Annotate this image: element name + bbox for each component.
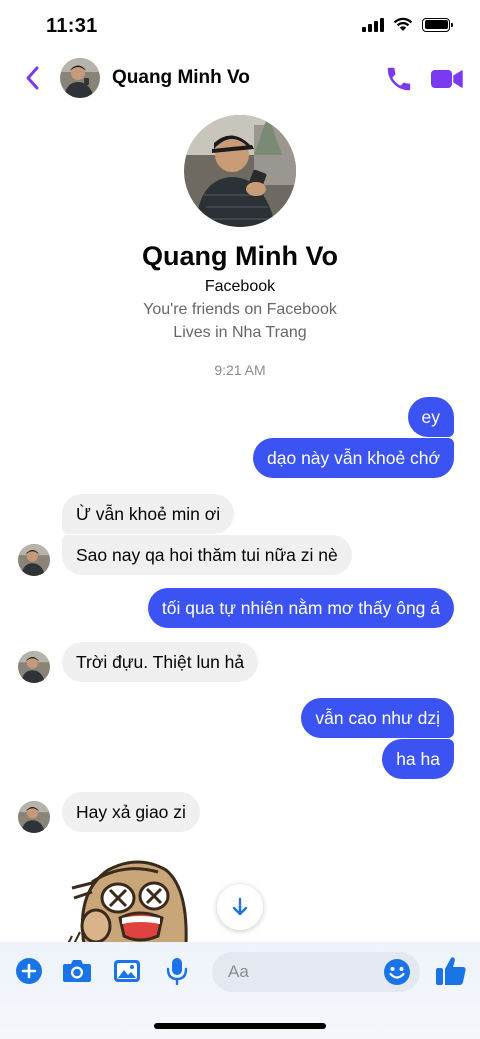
thumbs-up-icon xyxy=(436,957,466,985)
header-contact-name[interactable]: Quang Minh Vo xyxy=(112,67,250,89)
gallery-icon xyxy=(114,960,140,982)
emoji-icon xyxy=(384,959,410,985)
sticker-message[interactable] xyxy=(62,852,192,944)
profile-photo[interactable] xyxy=(184,115,296,227)
more-actions-button[interactable] xyxy=(14,956,44,986)
incoming-message[interactable]: Ừ vẫn khoẻ min ơi xyxy=(62,494,235,534)
video-call-button[interactable] xyxy=(430,64,464,94)
video-camera-icon xyxy=(431,70,463,88)
camera-icon xyxy=(63,960,91,982)
scroll-to-bottom-button[interactable] xyxy=(217,884,263,930)
outgoing-message[interactable]: ha ha xyxy=(382,739,454,779)
header-avatar[interactable] xyxy=(60,58,100,98)
gallery-button[interactable] xyxy=(112,956,142,986)
status-time: 11:31 xyxy=(46,15,98,37)
microphone-icon xyxy=(166,958,188,985)
plus-icon xyxy=(16,958,42,984)
profile-location: Lives in Nha Trang xyxy=(173,324,307,341)
profile-name: Quang Minh Vo xyxy=(142,241,338,271)
back-button[interactable] xyxy=(18,62,46,94)
incoming-message[interactable]: Hay xả giao zi xyxy=(62,792,200,832)
outgoing-message[interactable]: tối qua tự nhiên nằm mơ thấy ông á xyxy=(147,588,454,628)
profile-friends: You're friends on Facebook xyxy=(143,301,337,318)
emoji-button[interactable] xyxy=(382,957,412,987)
wifi-icon xyxy=(393,17,413,31)
back-chevron-icon xyxy=(26,66,39,90)
contact-avatar[interactable] xyxy=(18,651,50,683)
signal-icon xyxy=(362,17,384,32)
chat-header: Quang Minh Vo xyxy=(0,54,480,102)
voice-message-button[interactable] xyxy=(162,956,192,986)
incoming-message[interactable]: Trời đựu. Thiệt lun hả xyxy=(62,642,259,682)
contact-avatar[interactable] xyxy=(18,544,50,576)
outgoing-message[interactable]: dạo này vẫn khoẻ chớ xyxy=(253,438,454,478)
battery-icon xyxy=(422,17,453,32)
status-icons xyxy=(362,17,453,32)
status-bar: 11:31 xyxy=(0,0,480,54)
profile-source: Facebook xyxy=(204,278,276,295)
outgoing-message[interactable]: ey xyxy=(407,397,454,437)
arrow-down-icon xyxy=(232,897,248,916)
contact-profile: Quang Minh Vo Facebook You're friends on… xyxy=(0,115,480,342)
audio-call-button[interactable] xyxy=(384,64,414,94)
contact-avatar[interactable] xyxy=(18,801,50,833)
send-like-button[interactable] xyxy=(434,954,468,988)
phone-icon xyxy=(387,67,411,91)
outgoing-message[interactable]: vẫn cao như dzị xyxy=(301,698,454,738)
message-timestamp: 9:21 AM xyxy=(214,362,266,378)
home-indicator xyxy=(154,1023,326,1029)
incoming-message[interactable]: Sao nay qa hoi thăm tui nữa zi nè xyxy=(62,535,352,575)
camera-button[interactable] xyxy=(62,956,92,986)
